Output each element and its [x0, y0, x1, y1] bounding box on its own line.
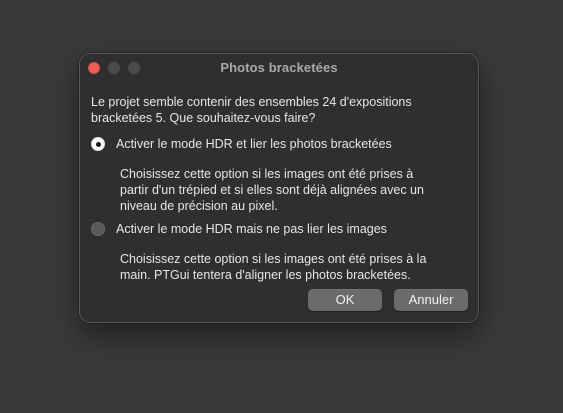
- desc-line: partir d'un trépied et si elles sont déj…: [120, 183, 424, 197]
- desc-line: Choisissez cette option si les images on…: [120, 167, 414, 181]
- option-hdr-link-description: Choisissez cette option si les images on…: [120, 166, 470, 214]
- bracketed-photos-dialog: Photos bracketées Le projet semble conte…: [79, 53, 479, 323]
- dialog-question: Le projet semble contenir des ensembles …: [91, 94, 468, 126]
- option-hdr-nolink[interactable]: Activer le mode HDR mais ne pas lier les…: [91, 221, 468, 282]
- question-line-1: Le projet semble contenir des ensembles …: [91, 95, 412, 109]
- option-hdr-nolink-row[interactable]: Activer le mode HDR mais ne pas lier les…: [91, 221, 468, 237]
- option-hdr-link[interactable]: Activer le mode HDR et lier les photos b…: [91, 136, 468, 213]
- ok-button[interactable]: OK: [308, 289, 382, 311]
- option-hdr-nolink-description: Choisissez cette option si les images on…: [120, 251, 470, 283]
- radio-hdr-nolink-icon[interactable]: [91, 222, 105, 236]
- option-hdr-nolink-label[interactable]: Activer le mode HDR mais ne pas lier les…: [116, 221, 387, 237]
- title-bar[interactable]: Photos bracketées: [80, 54, 478, 82]
- desc-line: niveau de précision au pixel.: [120, 199, 278, 213]
- desc-line: Choisissez cette option si les images on…: [120, 252, 427, 266]
- option-hdr-link-row[interactable]: Activer le mode HDR et lier les photos b…: [91, 136, 468, 152]
- radio-hdr-link-selected-icon[interactable]: [91, 137, 105, 151]
- desc-line: main. PTGui tentera d'aligner les photos…: [120, 268, 411, 282]
- cancel-button[interactable]: Annuler: [394, 289, 468, 311]
- dialog-title: Photos bracketées: [220, 60, 338, 75]
- option-hdr-link-label[interactable]: Activer le mode HDR et lier les photos b…: [116, 136, 392, 152]
- question-line-2: bracketées 5. Que souhaitez-vous faire?: [91, 111, 316, 125]
- dialog-content: Le projet semble contenir des ensembles …: [91, 94, 468, 282]
